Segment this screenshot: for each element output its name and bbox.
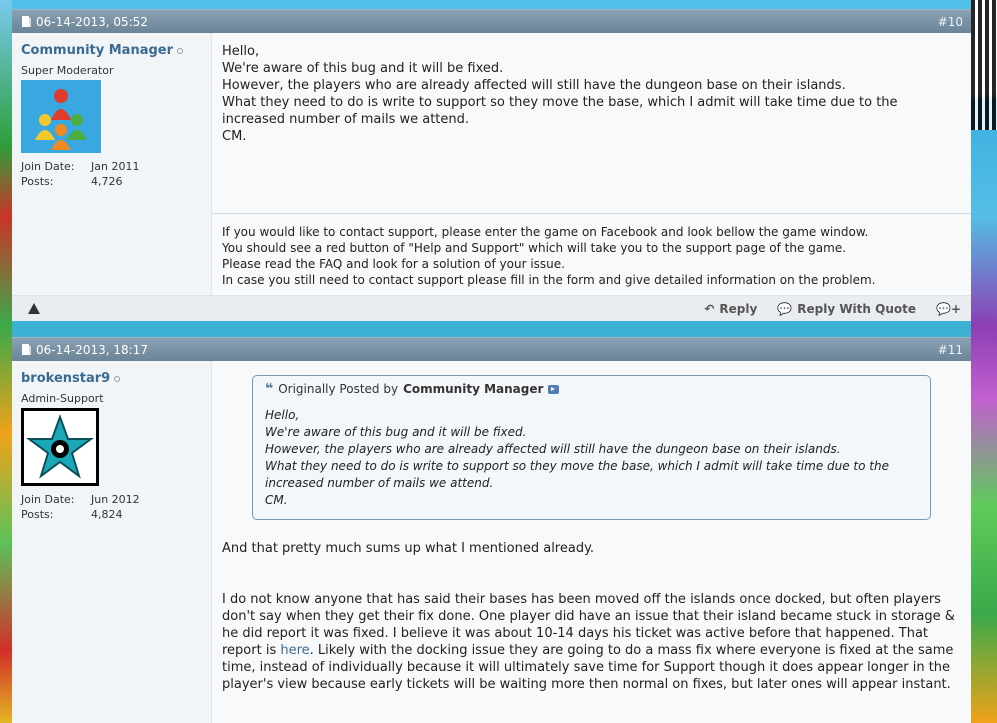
message-line: We're aware of this bug and it will be f… <box>222 61 504 76</box>
quote-header: ❝ Originally Posted by Community Manager <box>253 376 930 402</box>
post-number-link[interactable]: #11 <box>938 343 963 357</box>
username-row: Community Manager <box>21 43 202 58</box>
post-11: 06-14-2013, 18:17 #11 brokenstar9 Admin-… <box>12 337 971 723</box>
message-line: CM. <box>222 129 247 144</box>
join-date-label: Join Date: <box>21 493 75 506</box>
post-date: 06-14-2013, 18:17 <box>36 342 148 357</box>
user-stats: Join Date: Jan 2011 Posts: 4,726 <box>21 160 202 188</box>
paragraph-text: . Likely with the docking issue they are… <box>222 643 954 692</box>
user-info: Community Manager Super Moderator Join D… <box>12 33 212 295</box>
signature-line: You should see a red button of "Help and… <box>222 241 847 255</box>
user-info: brokenstar9 Admin-Support Join Date: Jun… <box>12 361 212 723</box>
reply-with-quote-button[interactable]: 💬 Reply With Quote <box>777 302 916 316</box>
reply-label: Reply <box>719 301 758 316</box>
posts-count-label: Posts: <box>21 508 54 521</box>
quote-prefix: Originally Posted by <box>278 382 399 396</box>
signature-line: In case you still need to contact suppor… <box>222 273 876 287</box>
view-post-icon[interactable] <box>548 385 560 394</box>
online-status-icon <box>177 47 184 54</box>
quote-body: Hello, We're aware of this bug and it wi… <box>253 402 930 519</box>
post-date-wrap: 06-14-2013, 18:17 <box>22 343 148 357</box>
quote-line: We're aware of this bug and it will be f… <box>265 425 527 439</box>
user-stats: Join Date: Jun 2012 Posts: 4,824 <box>21 493 202 521</box>
message-paragraph-2: I do not know anyone that has said their… <box>222 591 961 693</box>
quote-line: Hello, <box>265 408 300 422</box>
post-body: Community Manager Super Moderator Join D… <box>12 33 971 295</box>
post-message: ❝ Originally Posted by Community Manager… <box>212 361 971 723</box>
join-date-value: Jan 2011 <box>91 160 140 173</box>
post-body: brokenstar9 Admin-Support Join Date: Jun… <box>12 361 971 723</box>
post-number-link[interactable]: #10 <box>938 15 963 29</box>
message-line: What they need to do is write to support… <box>222 95 898 127</box>
join-date-value: Jun 2012 <box>91 493 140 506</box>
message-line: However, the players who are already aff… <box>222 78 846 93</box>
message-line: Hello, <box>222 44 260 59</box>
star-logo-icon <box>25 414 95 479</box>
multi-quote-icon: 💬+ <box>936 301 961 316</box>
signature-line: If you would like to contact support, pl… <box>222 225 869 239</box>
post-date: 06-14-2013, 05:52 <box>36 14 148 29</box>
post-footer: ↶ Reply 💬 Reply With Quote 💬+ <box>12 295 971 321</box>
avatar[interactable] <box>21 408 99 486</box>
quote-marks-icon: ❝ <box>265 381 274 397</box>
user-title: Admin-Support <box>21 392 104 405</box>
reply-button[interactable]: ↶ Reply <box>704 302 757 316</box>
post-document-icon <box>22 344 31 355</box>
posts-count-value: 4,824 <box>91 508 123 521</box>
post-document-icon <box>22 16 31 27</box>
reply-arrow-icon: ↶ <box>704 301 715 316</box>
report-warning-icon[interactable] <box>28 303 40 314</box>
post-signature: If you would like to contact support, pl… <box>212 213 971 295</box>
join-date-label: Join Date: <box>21 160 75 173</box>
post-header: 06-14-2013, 18:17 #11 <box>12 337 971 361</box>
report-link[interactable]: here <box>280 643 309 658</box>
background-decoration-left <box>0 0 12 723</box>
quote-line: CM. <box>265 493 288 507</box>
quote-block: ❝ Originally Posted by Community Manager… <box>252 375 931 520</box>
username-link[interactable]: Community Manager <box>21 43 173 58</box>
message-paragraph: And that pretty much sums up what I ment… <box>222 541 595 556</box>
user-title: Super Moderator <box>21 64 114 77</box>
quote-author: Community Manager <box>403 382 544 396</box>
username-link[interactable]: brokenstar9 <box>21 371 110 386</box>
post-date-wrap: 06-14-2013, 05:52 <box>22 15 148 29</box>
reply-with-quote-label: Reply With Quote <box>797 301 916 316</box>
post-10: 06-14-2013, 05:52 #10 Community Manager … <box>12 9 971 323</box>
qr-code-image <box>971 0 997 130</box>
avatar[interactable] <box>21 80 101 153</box>
online-status-icon <box>114 375 121 382</box>
multi-quote-button[interactable]: 💬+ <box>936 302 961 316</box>
posts-count-label: Posts: <box>21 175 54 188</box>
post-header: 06-14-2013, 05:52 #10 <box>12 9 971 33</box>
people-group-icon <box>35 89 87 150</box>
quote-line: However, the players who are already aff… <box>265 442 841 456</box>
signature-line: Please read the FAQ and look for a solut… <box>222 257 565 271</box>
quote-line: What they need to do is write to support… <box>265 459 889 490</box>
post-message: Hello, We're aware of this bug and it wi… <box>212 33 971 213</box>
posts-count-value: 4,726 <box>91 175 123 188</box>
quote-bubble-icon: 💬 <box>777 301 793 316</box>
post-content-column: Hello, We're aware of this bug and it wi… <box>212 33 971 295</box>
username-row: brokenstar9 <box>21 371 202 386</box>
post-actions: ↶ Reply 💬 Reply With Quote 💬+ <box>704 302 961 316</box>
